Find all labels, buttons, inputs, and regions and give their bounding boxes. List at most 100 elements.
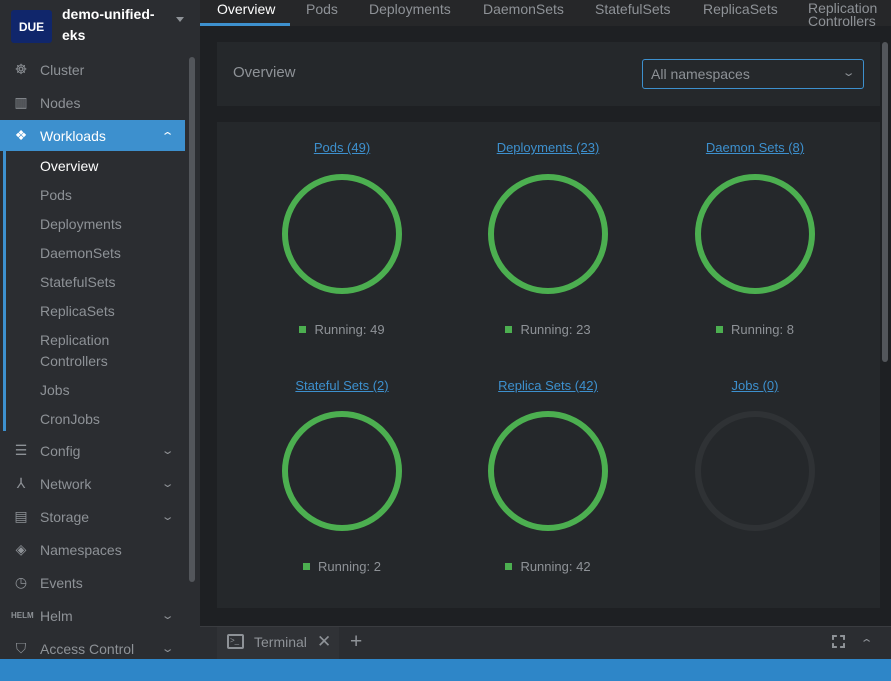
workload-title-link[interactable]: Pods (49) — [242, 140, 442, 155]
status-ring-chart — [695, 411, 815, 531]
running-count: Running: 42 — [520, 559, 591, 574]
page-title: Overview — [233, 64, 296, 81]
tab-pods[interactable]: Pods — [306, 0, 338, 26]
workloads-submenu-indicator — [3, 151, 6, 431]
kubernetes-wheel-icon: ☸ — [14, 61, 28, 77]
sidebar-sub-replication-controllers[interactable]: Replication Controllers — [40, 330, 120, 372]
terminal-tab-label: Terminal — [254, 634, 307, 650]
label: Events — [40, 574, 83, 591]
running-count: Running: 8 — [731, 322, 794, 337]
close-icon[interactable]: ✕ — [317, 632, 331, 652]
tab-daemonsets[interactable]: DaemonSets — [483, 0, 564, 26]
status-ring-arc — [695, 174, 815, 294]
sidebar-sub-deployments[interactable]: Deployments — [40, 214, 122, 235]
status-ring-chart — [488, 174, 608, 294]
sidebar-item-storage[interactable]: ▤ Storage ⌄ — [0, 501, 185, 532]
tab-replication-controllers[interactable]: Replication Controllers — [808, 1, 891, 28]
status-ring-chart — [282, 411, 402, 531]
sidebar-item-network[interactable]: ⅄ Network ⌄ — [0, 468, 185, 499]
sidebar: DUE demo-unified-eks ☸ Cluster ▥ Nodes ❖ Wo… — [0, 0, 200, 659]
sidebar-sub-statefulsets[interactable]: StatefulSets — [40, 272, 116, 293]
sidebar-item-nodes[interactable]: ▥ Nodes — [0, 87, 185, 118]
label: Config — [40, 442, 81, 459]
nodes-icon: ▥ — [14, 94, 28, 110]
chevron-down-icon: ⌄ — [160, 478, 175, 490]
sidebar-item-helm[interactable]: HELM Helm ⌄ — [0, 600, 185, 631]
status-ring-arc — [695, 411, 815, 531]
sidebar-sub-jobs[interactable]: Jobs — [40, 380, 70, 401]
tab-bar: Overview Pods Deployments DaemonSets Sta… — [200, 0, 891, 28]
active-tab-indicator — [200, 23, 290, 26]
status-ring-arc — [282, 174, 402, 294]
status-ring-arc — [282, 411, 402, 531]
status-ring-arc — [488, 411, 608, 531]
workload-title-link[interactable]: Jobs (0) — [655, 378, 855, 393]
running-legend: Running: 2 — [242, 559, 442, 574]
storage-icon: ▤ — [14, 508, 28, 524]
workload-title-link[interactable]: Deployments (23) — [448, 140, 648, 155]
sidebar-scrollbar[interactable] — [189, 57, 195, 582]
status-ring-chart — [695, 174, 815, 294]
running-dot-icon — [299, 326, 307, 333]
workload-title-link[interactable]: Replica Sets (42) — [448, 378, 648, 393]
workload-title-link[interactable]: Stateful Sets (2) — [242, 378, 442, 393]
fullscreen-icon[interactable] — [832, 635, 845, 648]
workloads-cubes-icon: ❖ — [14, 127, 28, 143]
running-dot-icon — [716, 326, 724, 333]
running-count: Running: 49 — [314, 322, 385, 337]
sidebar-item-cluster[interactable]: ☸ Cluster — [0, 54, 185, 85]
running-dot-icon — [303, 563, 311, 570]
namespace-select-value: All namespaces — [651, 66, 750, 82]
namespace-select[interactable]: All namespaces ⌄ — [642, 59, 864, 89]
status-ring-chart — [488, 411, 608, 531]
chevron-down-icon: ⌄ — [160, 643, 175, 655]
label: Network — [40, 475, 92, 492]
sidebar-item-config[interactable]: ☰ Config ⌄ — [0, 435, 185, 466]
label: Namespaces — [40, 541, 122, 558]
cluster-menu-caret-icon[interactable] — [176, 17, 184, 22]
sidebar-item-workloads[interactable]: ❖ Workloads ⌄ — [0, 120, 185, 151]
chevron-down-icon: ⌄ — [160, 511, 175, 523]
workload-title-link[interactable]: Daemon Sets (8) — [655, 140, 855, 155]
status-ring-arc — [488, 174, 608, 294]
network-icon: ⅄ — [16, 475, 26, 491]
running-count: Running: 23 — [520, 322, 591, 337]
chevron-up-icon[interactable]: ⌄ — [860, 636, 874, 649]
terminal-tab[interactable]: >_ Terminal ✕ — [217, 627, 339, 659]
sidebar-sub-daemonsets[interactable]: DaemonSets — [40, 243, 121, 264]
list-icon: ☰ — [14, 442, 28, 458]
layers-icon: ◈ — [15, 541, 27, 557]
sidebar-sub-replicasets[interactable]: ReplicaSets — [40, 301, 115, 322]
chevron-down-icon: ⌄ — [160, 445, 175, 457]
shield-icon: ⛉ — [15, 640, 27, 656]
terminal-icon: >_ — [227, 634, 244, 649]
running-legend: Running: 23 — [448, 322, 648, 337]
running-dot-icon — [505, 326, 513, 333]
tab-statefulsets[interactable]: StatefulSets — [595, 0, 671, 26]
sidebar-sub-cronjobs[interactable]: CronJobs — [40, 409, 100, 430]
helm-icon: HELM — [11, 611, 34, 620]
main-scrollbar[interactable] — [882, 42, 888, 362]
running-dot-icon — [505, 563, 513, 570]
sidebar-sub-pods[interactable]: Pods — [40, 185, 72, 206]
label: Storage — [40, 508, 90, 525]
running-legend: Running: 49 — [242, 322, 442, 337]
sidebar-item-namespaces[interactable]: ◈ Namespaces — [0, 534, 185, 565]
label: Helm — [40, 607, 73, 624]
new-terminal-plus-icon[interactable]: + — [350, 630, 362, 654]
tab-deployments[interactable]: Deployments — [369, 0, 451, 26]
label: Access Control — [40, 640, 135, 657]
running-legend: Running: 42 — [448, 559, 648, 574]
cluster-name[interactable]: demo-unified-eks — [62, 4, 162, 46]
tab-replicasets[interactable]: ReplicaSets — [703, 0, 778, 26]
sidebar-sub-overview[interactable]: Overview — [40, 156, 98, 177]
running-count: Running: 2 — [318, 559, 381, 574]
cluster-badge[interactable]: DUE — [11, 10, 52, 43]
sidebar-item-events[interactable]: ◷ Events — [0, 567, 185, 598]
chevron-down-icon: ⌄ — [841, 67, 856, 79]
status-ring-chart — [282, 174, 402, 294]
label: Cluster — [40, 61, 85, 78]
running-legend: Running: 8 — [655, 322, 855, 337]
chevron-down-icon: ⌄ — [160, 610, 175, 622]
label: Nodes — [40, 94, 81, 111]
